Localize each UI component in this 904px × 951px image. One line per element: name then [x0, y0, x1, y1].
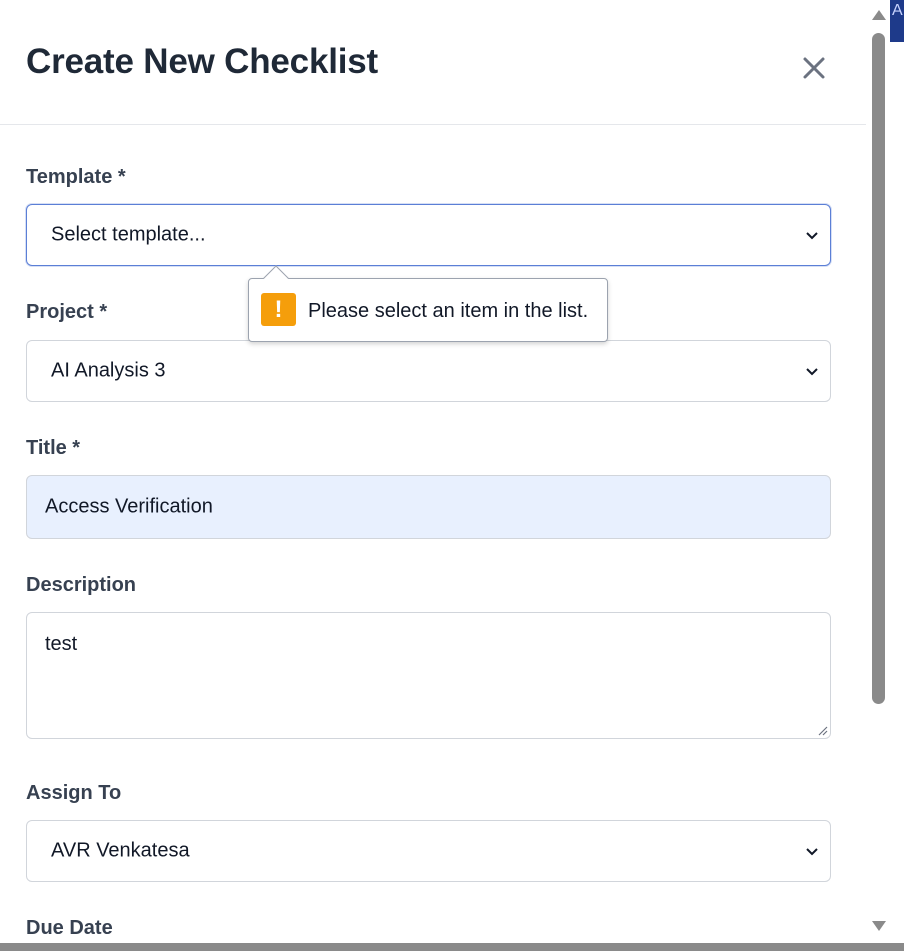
assign-to-select-value: AVR Venkatesa	[51, 839, 190, 862]
background-page-edge: A	[890, 0, 904, 42]
close-button[interactable]	[796, 50, 832, 86]
background-edge-text: A	[892, 2, 903, 19]
resize-handle-icon[interactable]	[816, 724, 828, 736]
description-textarea[interactable]: test	[26, 612, 831, 739]
scrollbar-thumb[interactable]	[872, 33, 885, 704]
chevron-down-icon	[806, 368, 818, 376]
create-checklist-modal: Create New Checklist Template * Select t…	[0, 0, 866, 943]
project-select-value: AI Analysis 3	[51, 359, 166, 382]
validation-message: Please select an item in the list.	[308, 300, 589, 322]
title-label: Title *	[26, 437, 81, 459]
warning-icon: !	[261, 293, 296, 326]
modal-title: Create New Checklist	[26, 42, 378, 81]
project-select[interactable]: AI Analysis 3	[26, 340, 831, 402]
close-icon	[803, 57, 825, 79]
chevron-down-icon	[806, 232, 818, 240]
horizontal-scrollbar[interactable]	[0, 943, 904, 951]
project-label: Project *	[26, 301, 108, 323]
due-date-label: Due Date	[26, 917, 113, 939]
modal-header: Create New Checklist	[0, 0, 866, 125]
scroll-down-arrow-icon[interactable]	[872, 921, 886, 931]
description-textarea-value: test	[45, 633, 78, 655]
tooltip-arrow	[263, 265, 289, 291]
template-select[interactable]: Select template...	[26, 204, 831, 266]
assign-to-select[interactable]: AVR Venkatesa	[26, 820, 831, 882]
scroll-up-arrow-icon[interactable]	[872, 10, 886, 20]
description-label: Description	[26, 574, 137, 596]
template-select-value: Select template...	[51, 223, 206, 246]
title-input-value: Access Verification	[45, 495, 213, 518]
title-input[interactable]: Access Verification	[26, 475, 831, 539]
template-label: Template *	[26, 166, 126, 188]
validation-tooltip: ! Please select an item in the list.	[248, 265, 608, 342]
chevron-down-icon	[806, 848, 818, 856]
assign-to-label: Assign To	[26, 782, 122, 804]
